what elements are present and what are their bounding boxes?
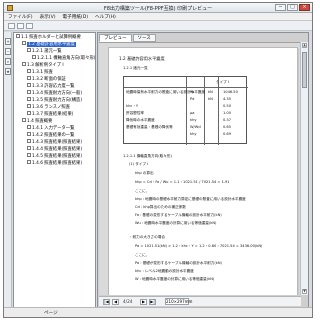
scroll-thumb[interactable] bbox=[302, 52, 307, 88]
minimize-button[interactable]: − bbox=[275, 4, 286, 11]
formula-line: khp = Cd・Fa / Wu = 1.1・1021.51 / 7021.54… bbox=[135, 180, 230, 184]
scroll-up-icon[interactable]: ▲ bbox=[302, 43, 307, 48]
tree-item[interactable]: 1.3.6 ランスノ照査 bbox=[27, 104, 70, 111]
doc-text: khp : 地震時の基礎水平耐力算定に基礎の照査に用いる設計水平震度 bbox=[135, 197, 246, 201]
scroll-down-icon[interactable]: ▼ bbox=[302, 289, 307, 294]
table-cell: 0.37 bbox=[223, 118, 232, 122]
menu-file[interactable]: ファイル(F) bbox=[8, 14, 33, 20]
tree-collapse-icon[interactable]: − bbox=[5, 48, 11, 55]
tab-preview[interactable]: プレビュー bbox=[99, 34, 132, 42]
table-cell: 4.35 bbox=[223, 97, 232, 101]
document-preview[interactable]: 1.2 基礎許容用水平震度 1.2.1 諸元一覧 タイプ I 地震時保有水平耐力… bbox=[99, 42, 301, 295]
table-cell: khc・Y bbox=[126, 104, 139, 108]
table-cell: 0.69 bbox=[223, 132, 232, 136]
subsection-title: (1) タイプ I bbox=[129, 162, 149, 166]
title-bar[interactable]: F8出力構築ツール(F8-PPF互換) 印刷プレビュー − □ × bbox=[4, 3, 312, 13]
section-title: 1.2.1 諸元一覧 bbox=[123, 66, 148, 70]
document-title: 1.2 基礎許容用水平震度 bbox=[119, 56, 165, 61]
tree-item[interactable]: 1.4.5 照査結果(照査結果) bbox=[27, 153, 82, 160]
table-cell: 0.65 bbox=[223, 125, 232, 129]
left-vertical-toolbar: + − ⌕ ★ bbox=[4, 32, 12, 308]
window-title: F8出力構築ツール(F8-PPF互換) 印刷プレビュー bbox=[103, 6, 213, 12]
tree-item[interactable]: 1.3.3 許容応力度一覧 bbox=[27, 83, 74, 90]
tree-item[interactable]: 1.2.1 諸元一覧 bbox=[27, 48, 62, 55]
status-text: ページ bbox=[44, 311, 58, 316]
section-title: 1.2.1.1 機軸直角方向(取々形) bbox=[123, 154, 172, 158]
menu-help[interactable]: ヘルプ(H) bbox=[95, 14, 116, 20]
preview-scrollbar[interactable]: ▲ ▼ bbox=[300, 42, 308, 295]
table-cell: μa bbox=[190, 111, 195, 115]
tree-expand-icon[interactable]: + bbox=[5, 38, 11, 45]
menu-bar: ファイル(F) 表示(V) 電子用紙(D) ヘルプ(H) bbox=[4, 13, 312, 21]
page-size-select[interactable]: 210×297mm bbox=[165, 298, 192, 305]
search-icon[interactable]: ⌕ bbox=[5, 58, 11, 65]
tree-item-selected[interactable]: 1.2 基礎許容用水平震度 bbox=[22, 41, 76, 48]
table-cell: kN bbox=[208, 97, 213, 101]
spec-table: タイプ I 地震時保有水平耐力の照査に用いる設計水平震度 Pa kN 1046.… bbox=[123, 76, 248, 145]
doc-text: ここに、 bbox=[135, 253, 150, 257]
first-page-icon[interactable]: |◀ bbox=[103, 299, 110, 305]
tree-item[interactable]: 1.3.5 照査耐力方向(構造) bbox=[27, 97, 82, 104]
doc-text: Wu : 地震時水平震度の計算に用いる等価重量(kN) bbox=[135, 221, 217, 225]
formula-label: khp の算出 bbox=[135, 171, 154, 175]
open-icon[interactable] bbox=[8, 23, 15, 29]
tree-item[interactable]: 1.3.2 断面の保証 bbox=[27, 76, 66, 83]
bookmark-icon[interactable]: ★ bbox=[5, 68, 11, 75]
tree-item[interactable]: 1.4.4 照査結果(照査結果) bbox=[27, 146, 82, 153]
table-cell: 1046.50 bbox=[223, 90, 238, 94]
formula-line: Pa = 1021.51(kN) > 1.2・khc・Y = 1.2・0.60・… bbox=[135, 244, 263, 248]
tree-item[interactable]: 1.3 解析例タイプ I bbox=[22, 62, 64, 69]
tree-item[interactable]: 1.4.6 照査結果(照査結果) bbox=[27, 160, 82, 167]
page-counter: 4/24 bbox=[123, 299, 133, 304]
doc-text: khc : レベル2地震動の設計水平震度 bbox=[135, 269, 194, 273]
preview-pane: プレビュー ソース 1.2 基礎許容用水平震度 1.2.1 諸元一覧 タイプ I… bbox=[97, 32, 309, 308]
doc-text: Pa : 基礎が変形するケーブル機軸の設計水平耐力(kN) bbox=[135, 261, 222, 265]
subsection-title: ・耐力の大きさの場合 bbox=[129, 235, 165, 239]
table-cell: khy bbox=[190, 118, 197, 122]
tree-item[interactable]: 1.3.1 照査 bbox=[27, 69, 53, 76]
table-cell: 基礎有効重量・基礎の降伏等 bbox=[126, 125, 173, 129]
outline-tree[interactable]: 1.1 照査ホルダーと試算例概要 1.2 基礎許容用水平震度 1.2.1 諸元一… bbox=[13, 32, 96, 308]
table-cell: 降伏時の水平震度 bbox=[126, 118, 155, 122]
prev-page-icon[interactable]: ◀ bbox=[112, 299, 119, 305]
tree-item[interactable]: 1.4 照査概要 bbox=[22, 118, 52, 125]
doc-text: Cd : khp算出のための補正係数 bbox=[135, 205, 186, 209]
table-cell: kN bbox=[208, 90, 213, 94]
tree-item[interactable]: 1.3.7 照査結果(結果) bbox=[27, 111, 73, 118]
export-icon[interactable] bbox=[26, 23, 33, 29]
tree-item[interactable]: 1.3.4 照査耐力方向(一般) bbox=[27, 90, 82, 97]
maximize-button[interactable]: □ bbox=[287, 4, 298, 11]
table-cell: 0.50 bbox=[223, 104, 232, 108]
tree-item[interactable]: 1.2.1.1 機軸直角方向(取々形) bbox=[32, 55, 95, 62]
print-icon[interactable] bbox=[17, 23, 24, 29]
close-button[interactable]: × bbox=[299, 4, 310, 11]
doc-text: W : 地震時水平震度の計算に用いる等価重量(kN) bbox=[135, 277, 215, 281]
last-page-icon[interactable]: ▶| bbox=[149, 299, 156, 305]
view-tabs: プレビュー ソース bbox=[99, 34, 156, 42]
table-cell: 許容塑性率 bbox=[126, 111, 144, 115]
table-cell: Pd bbox=[190, 97, 195, 101]
page-paper: 1.2 基礎許容用水平震度 1.2.1 諸元一覧 タイプ I 地震時保有水平耐力… bbox=[108, 47, 298, 295]
tree-item[interactable]: 1.1 照査ホルダーと試算例概要 bbox=[16, 34, 81, 41]
doc-text: Fa : 基礎の変形するケーブル機軸の設計水平耐力(kN) bbox=[135, 213, 222, 217]
table-cell: W/Wd bbox=[190, 125, 201, 129]
table-cell: Pa bbox=[190, 90, 195, 94]
window-controls: − □ × bbox=[275, 4, 310, 11]
doc-text: ここに、 bbox=[135, 189, 150, 193]
menu-view[interactable]: 表示(V) bbox=[40, 14, 56, 20]
menu-electronic-paper[interactable]: 電子用紙(D) bbox=[63, 14, 89, 20]
table-cell: 1.00 bbox=[223, 111, 232, 115]
tree-item[interactable]: 1.4.1 入力データ一覧 bbox=[27, 125, 74, 132]
tree-item[interactable]: 1.4.2 照査結果の一覧 bbox=[27, 132, 74, 139]
tree-item[interactable]: 1.4.3 照査結果(照査結果) bbox=[27, 139, 82, 146]
status-bar: ページ bbox=[4, 307, 312, 317]
page-navigation: |◀ ◀ 4/24 ▶ ▶| 210×297mm bbox=[99, 296, 301, 306]
table-cell: khy bbox=[190, 132, 197, 136]
app-window: F8出力構築ツール(F8-PPF互換) 印刷プレビュー − □ × ファイル(F… bbox=[3, 2, 313, 318]
top-toolbar bbox=[4, 21, 312, 31]
tab-source[interactable]: ソース bbox=[132, 34, 156, 42]
next-page-icon[interactable]: ▶ bbox=[140, 299, 147, 305]
